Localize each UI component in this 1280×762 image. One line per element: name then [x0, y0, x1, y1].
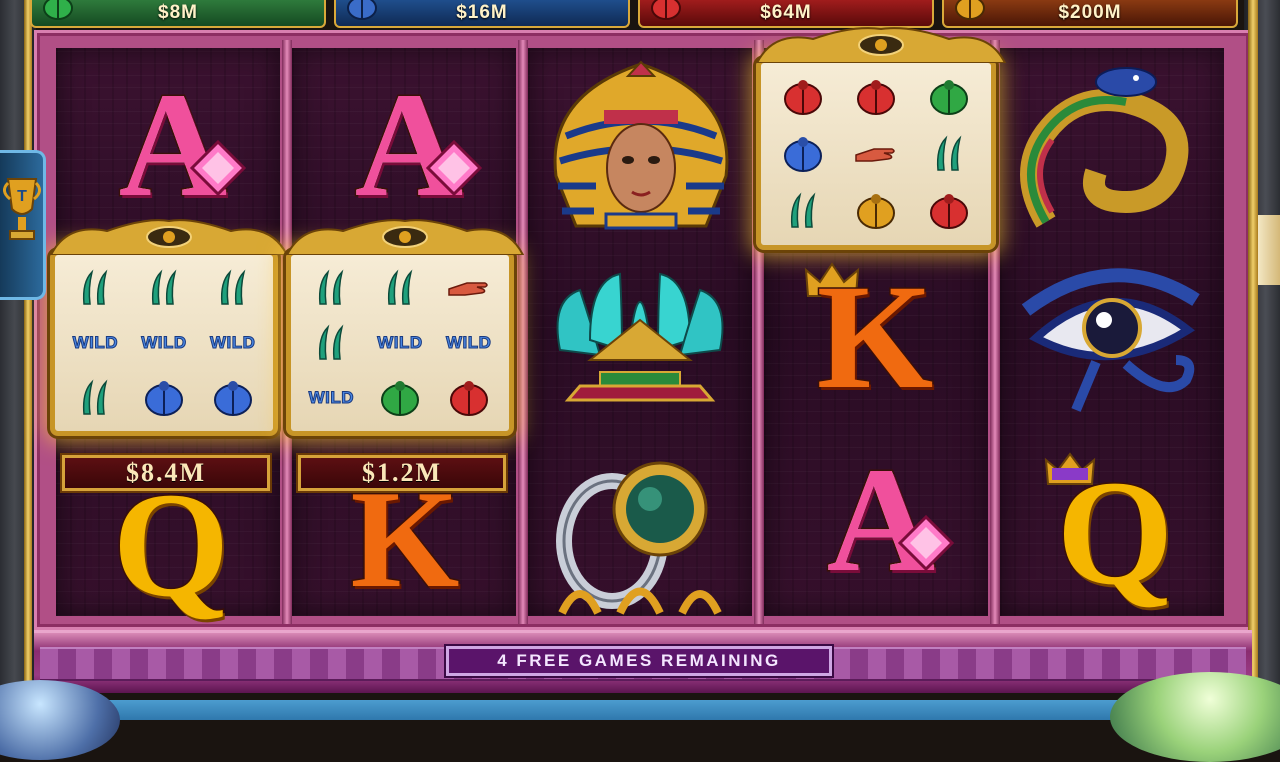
- eye-crest-icon: [49, 219, 289, 255]
- red-scarab-icon: [434, 370, 503, 425]
- cobra-icon: [1020, 67, 1189, 228]
- feather-icon: [366, 261, 435, 316]
- trophy-icon: T: [3, 178, 41, 240]
- feather-icon: [61, 261, 130, 316]
- bottom-bar: [0, 700, 1280, 720]
- reel-separator: [518, 40, 528, 624]
- jackpot-grand-amount: $200M: [1058, 2, 1122, 23]
- red-scarab-icon: [651, 0, 681, 20]
- mini-reel-2-grid: WILD WILD WILD: [297, 261, 503, 425]
- wild-symbol: WILD: [445, 332, 492, 352]
- blue-scarab-icon: [130, 370, 199, 425]
- svg-text:T: T: [17, 188, 27, 205]
- gold-edge-left: [24, 0, 32, 700]
- wild-symbol: WILD: [377, 332, 423, 352]
- pink-gem-icon: [426, 140, 482, 196]
- eye-crest-icon: [755, 27, 1007, 63]
- hand-icon: [840, 126, 913, 183]
- blue-scarab-icon: [347, 0, 377, 20]
- wild-symbol: WILD: [209, 332, 256, 352]
- wild-symbol: WILD: [141, 332, 187, 352]
- jackpot-minor: $16M: [334, 0, 630, 28]
- blue-scarab-icon: [767, 126, 840, 183]
- green-scarab-icon: [912, 69, 985, 126]
- mini-reel-1: WILD WILD WILD: [49, 219, 289, 436]
- gold-scarab-icon: [955, 0, 985, 20]
- mini-reel-3: [755, 27, 1007, 250]
- mini-reel-2-value: $1.2M: [298, 455, 506, 491]
- wild-symbol: WILD: [72, 332, 119, 352]
- feather-icon: [297, 316, 366, 371]
- mini-reel-2: WILD WILD WILD: [285, 219, 525, 436]
- symbol-k-reel2: K: [320, 468, 490, 611]
- orb-right: [1110, 672, 1280, 762]
- eye-crest-icon: [285, 219, 525, 255]
- hand-icon: [434, 261, 503, 316]
- feather-icon: [130, 261, 199, 316]
- symbol-k-reel4: K: [790, 261, 960, 414]
- red-scarab-icon: [912, 182, 985, 239]
- mini-reel-1-value: $8.4M: [62, 455, 270, 491]
- blue-scarab-icon: [198, 370, 267, 425]
- symbol-q-letter: Q: [1055, 450, 1175, 616]
- wild-symbol: WILD: [308, 387, 355, 407]
- side-tab-right[interactable]: [1258, 215, 1280, 285]
- jackpot-mini: $8M: [30, 0, 326, 28]
- mini-reel-3-grid: [767, 69, 985, 239]
- green-scarab-icon: [43, 0, 73, 20]
- ring-icon: [556, 461, 722, 615]
- red-scarab-icon: [840, 69, 913, 126]
- symbol-q-reel1: Q: [86, 469, 256, 622]
- symbol-q-reel5: Q: [1030, 457, 1200, 610]
- jackpot-minor-amount: $16M: [456, 2, 508, 23]
- feather-icon: [767, 182, 840, 239]
- red-scarab-icon: [767, 69, 840, 126]
- pink-gem-icon: [898, 515, 954, 571]
- feather-icon: [198, 261, 267, 316]
- feather-icon: [297, 261, 366, 316]
- jackpot-mini-amount: $8M: [158, 2, 198, 23]
- pharaoh-icon: [553, 60, 729, 230]
- pink-gem-icon: [190, 140, 246, 196]
- eye-of-horus-icon: [1021, 268, 1200, 412]
- green-scarab-icon: [366, 370, 435, 425]
- symbol-k-letter: K: [815, 254, 935, 420]
- jackpot-major-amount: $64M: [760, 2, 812, 23]
- side-tab-trophy[interactable]: T: [0, 150, 46, 300]
- gold-scarab-icon: [840, 182, 913, 239]
- mini-reel-1-grid: WILD WILD WILD: [61, 261, 267, 425]
- feather-icon: [61, 370, 130, 425]
- gold-edge-right: [1248, 0, 1258, 700]
- lotus-fan-icon: [556, 272, 724, 402]
- free-games-remaining: 4 FREE GAMES REMAINING: [446, 646, 832, 676]
- jackpot-bar: $8M $16M $64M $200M: [30, 0, 1250, 30]
- feather-icon: [912, 126, 985, 183]
